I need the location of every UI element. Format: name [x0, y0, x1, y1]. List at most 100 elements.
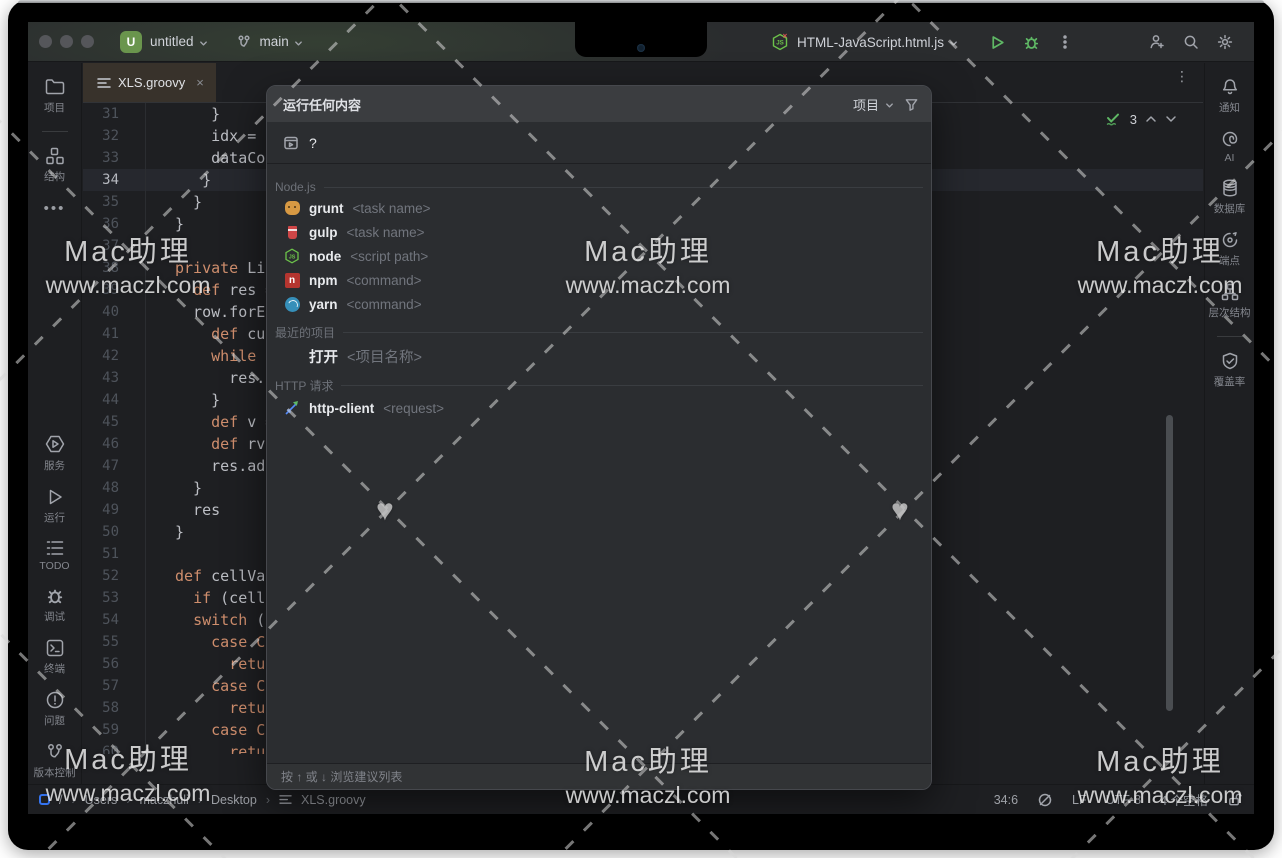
highlight-level-icon[interactable]	[1037, 792, 1053, 808]
groovy-file-icon	[97, 77, 111, 89]
item-param: <task name>	[347, 225, 425, 240]
breadcrumb-separator: ›	[266, 793, 270, 807]
tab-xls-groovy[interactable]: XLS.groovy ×	[83, 63, 216, 102]
run-button[interactable]	[980, 28, 1014, 56]
filter-icon[interactable]	[904, 97, 919, 112]
breadcrumb-item[interactable]: maczhuli	[139, 793, 188, 807]
shield-check-icon	[1220, 351, 1240, 371]
breadcrumb-separator: ›	[71, 793, 75, 807]
sidebar-item-project[interactable]: 项目	[44, 77, 66, 115]
list-item-node[interactable]: JS node <script path>	[267, 244, 931, 268]
line-number: 38	[83, 257, 145, 279]
terminal-icon	[45, 638, 65, 658]
divider	[1217, 336, 1243, 337]
titlebar-actions: JS × HTML-JavaScript.html.js	[771, 22, 1254, 62]
line-number: 36	[83, 213, 145, 235]
grunt-icon	[284, 200, 300, 216]
list-item-yarn[interactable]: yarn <command>	[267, 292, 931, 316]
more-actions-button[interactable]	[1048, 28, 1082, 56]
settings-button[interactable]	[1208, 28, 1242, 56]
line-number: 31	[83, 103, 145, 125]
line-number: 59	[83, 719, 145, 741]
hint-text: 按 ↑ 或 ↓ 浏览建议列表	[281, 768, 402, 785]
sidebar-item-label: 终端	[44, 661, 65, 676]
list-item-grunt[interactable]: grunt <task name>	[267, 196, 931, 220]
item-param: <command>	[347, 297, 422, 312]
sidebar-item-run[interactable]: 运行	[44, 487, 65, 525]
play-icon	[45, 487, 65, 507]
breadcrumb-item[interactable]: Desktop	[211, 793, 257, 807]
file-toggle-icon[interactable]	[39, 794, 50, 805]
scope-selector[interactable]: 项目	[853, 95, 879, 114]
section-http-requests: HTTP 请求	[273, 377, 923, 394]
run-configuration-selector[interactable]: JS × HTML-JavaScript.html.js	[771, 33, 958, 51]
search-input[interactable]: ?	[309, 135, 317, 151]
line-number: 33	[83, 147, 145, 169]
sidebar-item-todo[interactable]: TODO	[39, 539, 69, 572]
warning-circle-icon	[45, 690, 65, 710]
sidebar-item-label: 版本控制	[34, 765, 76, 780]
ide-window: U untitled main JS × HTML-JavaScript.htm…	[28, 22, 1254, 814]
search-everywhere-button[interactable]	[1174, 28, 1208, 56]
sidebar-item-structure[interactable]: 结构	[44, 146, 65, 184]
suggestion-list: Node.js grunt <task name> gulp <task nam…	[267, 164, 931, 763]
item-name: grunt	[309, 201, 344, 216]
line-ending-widget[interactable]: LF	[1072, 793, 1087, 807]
list-item-open-project[interactable]: 打开 <项目名称>	[267, 343, 931, 369]
sidebar-item-debug[interactable]: 调试	[44, 586, 65, 624]
popup-title: 运行任何内容	[283, 95, 361, 114]
search-row[interactable]: ?	[267, 122, 931, 164]
encoding-widget[interactable]: UTF-8	[1106, 793, 1141, 807]
sidebar-item-database[interactable]: 数据库	[1214, 178, 1246, 216]
project-widget[interactable]: untitled	[142, 34, 208, 49]
code-text: }	[145, 191, 202, 213]
sidebar-item-problems[interactable]: 问题	[44, 690, 65, 728]
tab-label: XLS.groovy	[118, 75, 185, 90]
item-name: 打开	[309, 346, 338, 367]
vcs-widget[interactable]: main	[236, 34, 303, 50]
caret-position[interactable]: 34:6	[994, 793, 1018, 807]
code-text	[145, 235, 175, 257]
minimize-window-button[interactable]	[60, 35, 73, 48]
sidebar-item-version-control[interactable]: 版本控制	[34, 742, 76, 780]
line-number: 34	[83, 169, 145, 191]
sidebar-item-coverage[interactable]: 覆盖率	[1214, 351, 1246, 389]
list-item-gulp[interactable]: gulp <task name>	[267, 220, 931, 244]
sidebar-item-terminal[interactable]: 终端	[44, 638, 65, 676]
traffic-lights[interactable]	[39, 35, 94, 48]
sidebar-item-notifications[interactable]: 通知	[1219, 77, 1240, 115]
todo-list-icon	[45, 539, 65, 557]
code-text: }	[145, 213, 184, 235]
chevron-down-icon[interactable]	[885, 101, 894, 110]
project-avatar[interactable]: U	[120, 31, 142, 53]
section-recent-projects: 最近的项目	[273, 324, 923, 341]
editor-scrollbar[interactable]	[1166, 415, 1173, 711]
line-number: 49	[83, 499, 145, 521]
sidebar-item-services[interactable]: 服务	[44, 433, 66, 473]
debug-button[interactable]	[1014, 28, 1048, 56]
indent-widget[interactable]: 4 个空格	[1160, 790, 1208, 809]
breadcrumb-item[interactable]: Users	[85, 793, 118, 807]
editor-options-kebab-icon[interactable]: ⋮	[1175, 73, 1189, 80]
svg-text:JS: JS	[776, 40, 784, 47]
sidebar-item-ai[interactable]: AI	[1220, 129, 1240, 164]
list-item-npm[interactable]: n npm <command>	[267, 268, 931, 292]
sidebar-item-label: 运行	[44, 510, 65, 525]
list-item-http-client[interactable]: http-client <request>	[267, 396, 931, 420]
code-with-me-button[interactable]	[1140, 28, 1174, 56]
breadcrumb-file[interactable]: XLS.groovy	[301, 793, 366, 807]
line-number: 47	[83, 455, 145, 477]
sidebar-item-label: 问题	[44, 713, 65, 728]
branch-name: main	[260, 34, 289, 49]
sidebar-item-label: 端点	[1219, 253, 1240, 268]
git-branch-icon	[45, 742, 65, 762]
breadcrumb-root[interactable]: /	[59, 793, 62, 807]
tab-close-icon[interactable]: ×	[196, 75, 204, 90]
unlock-icon[interactable]	[1227, 792, 1242, 807]
zoom-window-button[interactable]	[81, 35, 94, 48]
sidebar-item-hierarchy[interactable]: 层次结构	[1209, 282, 1251, 320]
sidebar-item-endpoints[interactable]: 端点	[1219, 230, 1240, 268]
more-tool-windows-button[interactable]: •••	[44, 200, 66, 217]
close-window-button[interactable]	[39, 35, 52, 48]
line-number: 37	[83, 235, 145, 257]
